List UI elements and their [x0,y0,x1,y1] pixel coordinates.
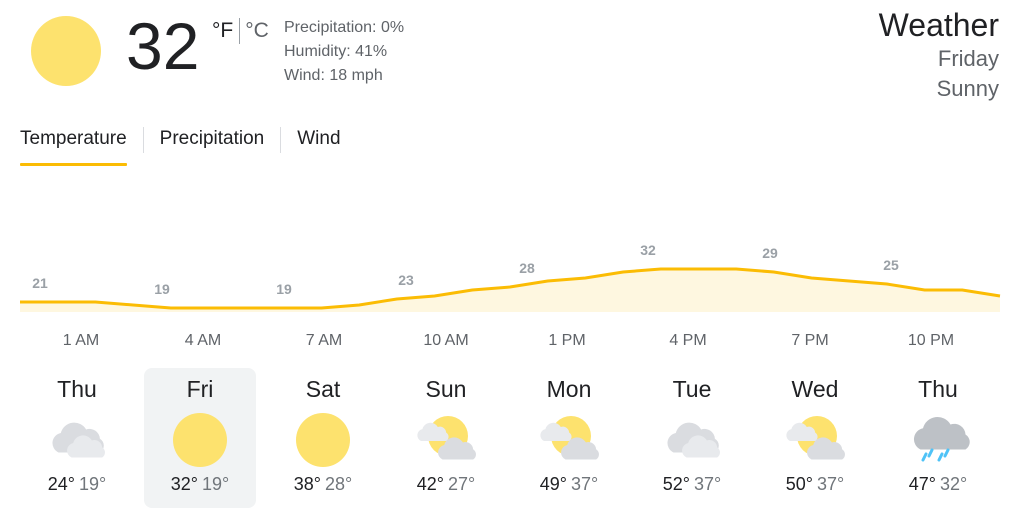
fahrenheit-button[interactable]: °F [212,19,233,43]
temperature-label: 23 [398,272,414,288]
wind-text: Wind: 18 mph [284,67,383,84]
day-temperatures: 38° 28° [267,474,379,495]
low-temp: 37° [571,474,599,494]
day-forecast-tue[interactable]: Tue 52° 37° [636,368,748,508]
sunny-icon [168,412,232,468]
day-forecast-thu[interactable]: Thu 47° 32° [882,368,994,508]
low-temp: 27° [448,474,476,494]
low-temp: 19° [202,474,230,494]
unit-separator [239,18,241,44]
day-forecast-mon[interactable]: Mon 49° 37° [513,368,625,508]
humidity-text: Humidity: 41% [284,43,388,60]
hour-label: 1 PM [548,332,586,349]
hour-label: 4 PM [669,332,707,349]
hour-label: 4 AM [184,332,222,349]
day-name: Sat [305,376,341,402]
tab-temperature[interactable]: Temperature [20,123,127,166]
temperature-label: 19 [154,281,170,297]
high-temp: 24° [47,474,75,494]
day-name: Sun [425,376,467,402]
day-name: Mon [546,376,592,402]
high-temp: 52° [662,474,690,494]
rain-icon [906,412,970,468]
day-forecast-sat[interactable]: Sat 38° 28° [267,368,379,508]
partly-cloudy-icon [414,412,478,468]
day-temperatures: 50° 37° [759,474,871,495]
temperature-label: 21 [32,275,48,291]
cloudy-icon [45,412,109,468]
tab-divider [280,127,282,153]
high-temp: 49° [539,474,567,494]
high-temp: 47° [908,474,936,494]
day-forecast-wed[interactable]: Wed 50° 37° [759,368,871,508]
day-temperatures: 32° 19° [144,474,256,495]
precipitation-text: Precipitation: 0% [284,19,405,36]
day-name: Tue [672,376,712,402]
sunny-icon [291,412,355,468]
high-temp: 50° [785,474,813,494]
unit-toggle: °F °C [212,18,269,44]
day-temperatures: 47° 32° [882,474,994,495]
condition-label: Sunny [936,76,999,101]
tab-divider [142,127,144,153]
high-temp: 42° [416,474,444,494]
high-temp: 32° [170,474,198,494]
day-temperatures: 49° 37° [513,474,625,495]
temperature-label: 25 [883,257,899,273]
low-temp: 19° [79,474,107,494]
day-name: Thu [918,376,958,402]
day-temperatures: 42° 27° [390,474,502,495]
day-forecast-thu[interactable]: Thu 24° 19° [21,368,133,508]
day-forecast-fri[interactable]: Fri 32° 19° [144,368,256,508]
partly-cloudy-icon [537,412,601,468]
hour-label: 10 PM [907,332,955,349]
weather-details: Precipitation: 0% Humidity: 41% Wind: 18… [284,16,404,88]
tab-wind[interactable]: Wind [297,123,340,157]
hour-label: 10 AM [423,332,469,349]
day-temperatures: 52° 37° [636,474,748,495]
hour-axis: 1 AM 4 AM 7 AM 10 AM 1 PM 4 PM 7 PM 10 PM [0,332,1024,352]
chart-tabs: Temperature Precipitation Wind [20,120,341,166]
day-forecast-sun[interactable]: Sun 42° 27° [390,368,502,508]
location-header: Weather Friday Sunny [879,6,999,104]
temperature-label: 19 [276,281,292,297]
day-name: Fri [186,376,214,402]
day-label: Friday [937,46,999,71]
temperature-chart: 21 19 19 23 28 32 29 25 [20,242,1001,312]
low-temp: 28° [325,474,353,494]
hour-label: 7 PM [791,332,829,349]
partly-cloudy-icon [783,412,847,468]
low-temp: 37° [694,474,722,494]
current-temperature: 32 [126,9,200,83]
tab-precipitation[interactable]: Precipitation [160,123,265,157]
temperature-label: 32 [640,242,656,258]
celsius-button[interactable]: °C [245,19,269,43]
low-temp: 32° [940,474,968,494]
temperature-label: 29 [762,245,778,261]
temperature-label: 28 [519,260,535,276]
hour-label: 1 AM [62,332,100,349]
day-name: Wed [791,376,839,402]
hour-label: 7 AM [305,332,343,349]
high-temp: 38° [293,474,321,494]
day-name: Thu [57,376,97,402]
cloudy-icon [660,412,724,468]
weather-title: Weather [878,7,999,43]
day-temperatures: 24° 19° [21,474,133,495]
current-weather-icon [31,16,101,86]
low-temp: 37° [817,474,845,494]
